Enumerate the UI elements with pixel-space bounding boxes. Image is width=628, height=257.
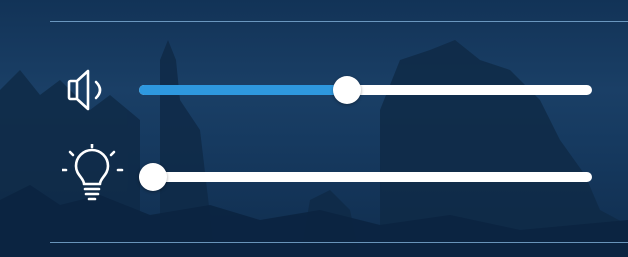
brightness-slider-thumb[interactable]: [139, 163, 167, 191]
top-divider: [50, 21, 628, 22]
volume-control: [0, 67, 628, 111]
lightbulb-icon: [62, 144, 124, 201]
volume-slider-fill: [139, 85, 348, 95]
volume-slider-thumb[interactable]: [333, 76, 362, 104]
brightness-slider[interactable]: [139, 163, 592, 191]
background-trees: [0, 40, 628, 257]
bottom-divider: [50, 242, 628, 243]
brightness-slider-track[interactable]: [139, 172, 592, 182]
brightness-control: [0, 144, 628, 201]
speaker-icon: [67, 69, 102, 111]
control-panel: [0, 0, 628, 257]
volume-slider[interactable]: [139, 76, 592, 104]
